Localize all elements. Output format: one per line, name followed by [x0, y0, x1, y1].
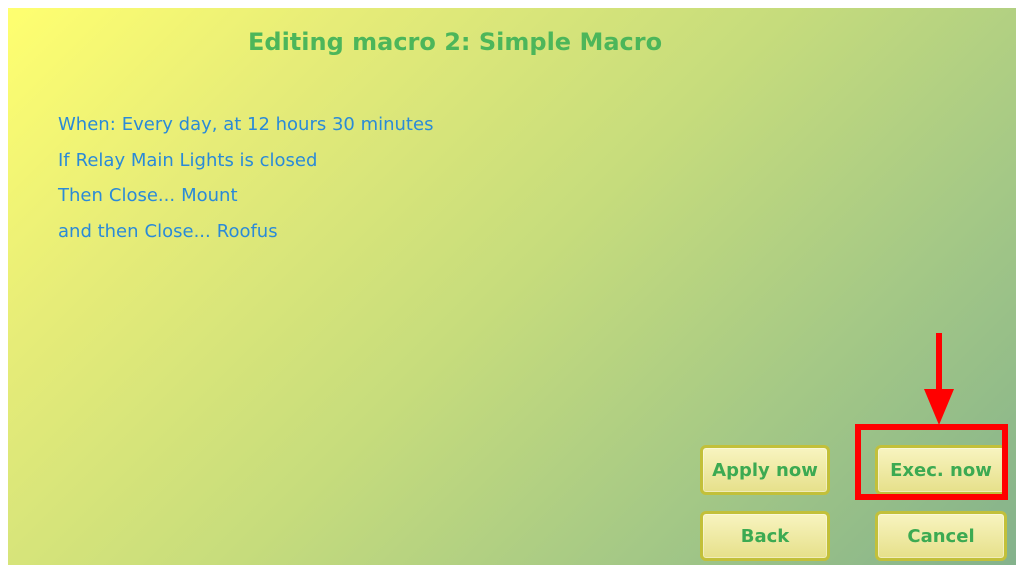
if-keyword: If — [58, 149, 70, 171]
then-target-link[interactable]: Mount — [181, 185, 237, 206]
back-button[interactable]: Back — [700, 511, 830, 561]
when-condition-link[interactable]: Every day, at 12 hours 30 minutes — [122, 114, 434, 135]
and-then-action-link[interactable]: Close... — [145, 221, 211, 242]
then-keyword: Then — [58, 185, 103, 206]
then-line: Then Close... Mount — [58, 183, 433, 219]
exec-now-highlight-box — [855, 424, 1008, 500]
and-then-line: and then Close... Roofus — [58, 219, 433, 255]
annotation-arrow-shaft — [936, 333, 942, 391]
page-title: Editing macro 2: Simple Macro — [248, 28, 663, 56]
apply-now-button[interactable]: Apply now — [700, 445, 830, 495]
and-then-keyword: and then — [58, 220, 139, 242]
then-action-link[interactable]: Close... — [109, 185, 175, 206]
macro-definition: When: Every day, at 12 hours 30 minutes I… — [58, 112, 433, 254]
and-then-target-link[interactable]: Roofus — [217, 221, 278, 242]
annotation-arrow-down-icon — [924, 389, 954, 425]
cancel-button[interactable]: Cancel — [875, 511, 1007, 561]
when-line: When: Every day, at 12 hours 30 minutes — [58, 112, 433, 148]
if-line: If Relay Main Lights is closed — [58, 148, 433, 184]
if-condition-link[interactable]: Relay Main Lights is closed — [76, 150, 318, 171]
when-keyword: When: — [58, 114, 116, 135]
